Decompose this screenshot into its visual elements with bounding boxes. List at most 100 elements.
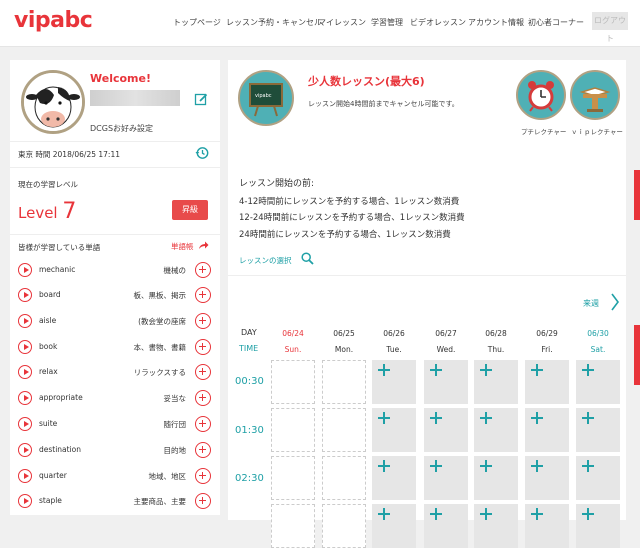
add-word-icon[interactable] — [195, 390, 211, 406]
book-slot-cell[interactable] — [372, 408, 416, 452]
upgrade-button[interactable]: 昇級 — [172, 200, 208, 220]
add-slot-icon[interactable] — [378, 364, 390, 376]
book-slot-cell[interactable] — [474, 504, 518, 548]
word-japanese: リラックスする — [133, 368, 186, 377]
add-slot-icon[interactable] — [480, 412, 492, 424]
book-slot-cell[interactable] — [576, 456, 620, 500]
add-slot-icon[interactable] — [378, 508, 390, 520]
add-slot-icon[interactable] — [430, 508, 442, 520]
add-slot-icon[interactable] — [531, 508, 543, 520]
book-slot-cell[interactable] — [424, 504, 468, 548]
add-slot-icon[interactable] — [430, 364, 442, 376]
word-japanese: 本、書物、書籍 — [133, 343, 187, 352]
popular-words-label: 皆様が学習している単語 — [18, 243, 101, 252]
book-slot-cell[interactable] — [424, 456, 468, 500]
add-slot-icon[interactable] — [531, 460, 543, 472]
play-audio-icon[interactable] — [18, 340, 32, 354]
nav-beginners-corner[interactable]: 初心者コーナー — [528, 17, 584, 28]
book-slot-cell[interactable] — [525, 360, 569, 404]
history-icon[interactable] — [195, 146, 209, 160]
add-word-icon[interactable] — [195, 262, 211, 278]
nav-top-page[interactable]: トップページ — [173, 17, 221, 28]
book-slot-cell[interactable] — [372, 360, 416, 404]
add-slot-icon[interactable] — [582, 508, 594, 520]
vipabc-logo[interactable]: vipabc — [14, 8, 93, 33]
nav-video-lessons[interactable]: ビデオレッスン — [410, 17, 466, 28]
add-word-icon[interactable] — [195, 364, 211, 380]
play-audio-icon[interactable] — [18, 263, 32, 277]
booking-rule: 4-12時間前にレッスンを予約する場合、1レッスン数消費 — [239, 197, 460, 207]
book-slot-cell[interactable] — [576, 504, 620, 548]
add-word-icon[interactable] — [195, 313, 211, 329]
book-slot-cell[interactable] — [424, 408, 468, 452]
lesson-cancel-policy: レッスン開始4時間前までキャンセル可能です。 — [308, 100, 459, 108]
add-slot-icon[interactable] — [378, 460, 390, 472]
add-slot-icon[interactable] — [480, 364, 492, 376]
book-slot-cell[interactable] — [525, 456, 569, 500]
edit-icon[interactable] — [194, 92, 208, 106]
nav-my-lessons[interactable]: マイレッスン — [318, 17, 366, 28]
play-audio-icon[interactable] — [18, 417, 32, 431]
add-word-icon[interactable] — [195, 493, 211, 509]
add-word-icon[interactable] — [195, 442, 211, 458]
top-navigation-bar: vipabc トップページ レッスン予約・キャンセル マイレッスン 学習管理 ビ… — [0, 0, 640, 47]
play-audio-icon[interactable] — [18, 288, 32, 302]
word-row: suite 随行団 — [10, 415, 220, 440]
add-slot-icon[interactable] — [582, 364, 594, 376]
play-audio-icon[interactable] — [18, 494, 32, 508]
play-audio-icon[interactable] — [18, 314, 32, 328]
book-slot-cell[interactable] — [474, 456, 518, 500]
add-word-icon[interactable] — [195, 416, 211, 432]
add-slot-icon[interactable] — [480, 508, 492, 520]
book-slot-cell[interactable] — [525, 408, 569, 452]
book-slot-cell[interactable] — [474, 360, 518, 404]
add-word-icon[interactable] — [195, 339, 211, 355]
book-slot-cell[interactable] — [525, 504, 569, 548]
book-slot-cell[interactable] — [372, 504, 416, 548]
petit-lecture-label[interactable]: プチレクチャー — [521, 126, 566, 136]
nav-lesson-booking[interactable]: レッスン予約・キャンセル — [226, 17, 322, 28]
lesson-select-link[interactable]: レッスンの選択 — [239, 255, 292, 266]
add-slot-icon[interactable] — [531, 412, 543, 424]
play-audio-icon[interactable] — [18, 469, 32, 483]
vip-lecture-label[interactable]: ｖｉｐレクチャー — [571, 126, 623, 136]
unavailable-slot-cell — [322, 360, 366, 404]
add-slot-icon[interactable] — [430, 460, 442, 472]
word-row: mechanic 機械の — [10, 261, 220, 286]
search-icon[interactable] — [301, 252, 314, 265]
nav-account-info[interactable]: アカウント情報 — [468, 17, 524, 28]
book-slot-cell[interactable] — [474, 408, 518, 452]
book-slot-cell[interactable] — [424, 360, 468, 404]
edge-tab[interactable] — [634, 170, 640, 220]
share-arrow-icon[interactable] — [198, 240, 209, 250]
play-audio-icon[interactable] — [18, 391, 32, 405]
book-slot-cell[interactable] — [372, 456, 416, 500]
weekday-wed: Wed. — [436, 345, 456, 354]
logout-button[interactable]: ログアウト — [592, 12, 628, 43]
add-slot-icon[interactable] — [582, 460, 594, 472]
add-slot-icon[interactable] — [378, 412, 390, 424]
nav-learning-management[interactable]: 学習管理 — [371, 17, 403, 28]
petit-lecture-button[interactable] — [516, 70, 566, 120]
dcgs-settings-link[interactable]: DCGSお好み設定 — [90, 123, 153, 134]
book-slot-cell[interactable] — [576, 408, 620, 452]
level-label: 現在の学習レベル — [18, 180, 78, 189]
word-row: board 板、黒板、掲示 — [10, 286, 220, 311]
add-slot-icon[interactable] — [480, 460, 492, 472]
play-audio-icon[interactable] — [18, 443, 32, 457]
add-slot-icon[interactable] — [531, 364, 543, 376]
play-audio-icon[interactable] — [18, 365, 32, 379]
add-word-icon[interactable] — [195, 287, 211, 303]
book-slot-cell[interactable] — [576, 360, 620, 404]
word-english: quarter — [39, 471, 67, 480]
add-slot-icon[interactable] — [582, 412, 594, 424]
edge-tab[interactable] — [634, 325, 640, 385]
vocabulary-book-link[interactable]: 単語帳 — [171, 241, 194, 252]
chevron-right-icon[interactable] — [610, 292, 620, 312]
time-slot-label: 00:30 — [235, 376, 264, 387]
next-week-link[interactable]: 来週 — [583, 298, 599, 309]
add-slot-icon[interactable] — [430, 412, 442, 424]
vip-lecture-button[interactable] — [570, 70, 620, 120]
add-word-icon[interactable] — [195, 468, 211, 484]
level-number: 7 — [62, 199, 77, 224]
